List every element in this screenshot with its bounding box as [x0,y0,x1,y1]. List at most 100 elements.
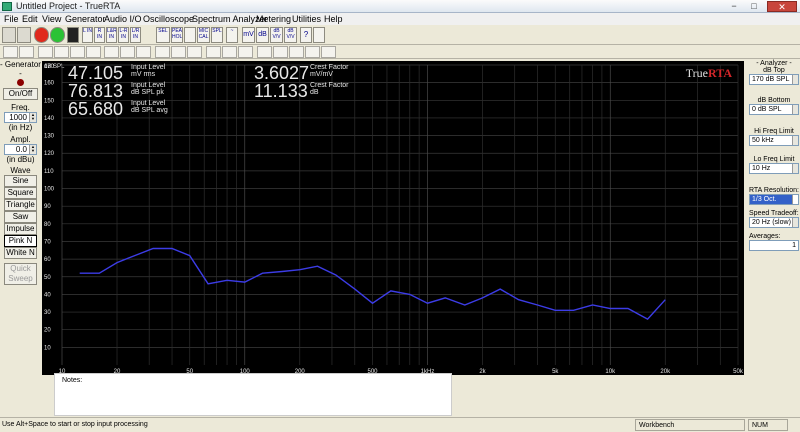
quick-sweep-button[interactable]: Quick Sweep [4,263,37,285]
readout-mv-rms: 47.105 [68,64,123,82]
notes-field[interactable] [54,373,452,416]
preset-icon-19[interactable] [305,46,320,58]
y-tick-label: 110 [44,169,54,175]
y-tick-label: 90 [44,204,51,210]
tone-button[interactable]: ~ [226,27,238,43]
hi-freq-spin[interactable] [792,136,798,145]
preset-icon-9[interactable] [136,46,151,58]
record-icon[interactable] [34,27,49,43]
wave-sine-button[interactable]: Sine [4,175,37,187]
preset-icon-6[interactable] [86,46,101,58]
bars-icon[interactable] [184,27,196,43]
run-icon[interactable] [50,27,65,43]
db-vv-button[interactable]: dB V/V [270,27,283,43]
wave-white-noise-button[interactable]: White N [4,247,37,259]
l-minus-r-in-button[interactable]: L-R IN [118,27,129,43]
preset-icon-1[interactable] [3,46,18,58]
app-icon [2,2,12,11]
lo-freq-spin[interactable] [792,164,798,173]
preset-icon-10[interactable] [155,46,170,58]
preset-icon-8[interactable] [120,46,135,58]
preset-icon-2[interactable] [19,46,34,58]
hi-freq-input[interactable]: 50 kHz [749,135,799,146]
y-tick-label: 70 [44,239,51,245]
ampl-spin-arrows[interactable]: ▲ ▼ [29,145,36,154]
window-title: Untitled Project - TrueRTA [16,1,121,11]
readout-crest-mv-labels: Crest Factor mV/mV [310,64,349,78]
left-in-button[interactable]: L IN [82,27,93,43]
readout-spl-avg-value: 65.680 [68,99,124,119]
preset-icon-3[interactable] [38,46,53,58]
wave-impulse-button[interactable]: Impulse [4,223,37,235]
preset-icon-20[interactable] [321,46,336,58]
preset-icon-11[interactable] [171,46,186,58]
db-top-spin[interactable] [792,75,798,84]
select-button[interactable]: SEL [156,27,170,43]
menu-audio-io[interactable]: Audio I/O [104,14,142,24]
spectrum-icon[interactable] [17,27,31,43]
mv-button[interactable]: mV [242,27,255,43]
db-button[interactable]: dB [256,27,269,43]
resolution-dropdown-arrow[interactable] [792,195,798,204]
close-button[interactable]: ✕ [767,1,797,12]
generator-panel: - Generator - On/Off Freq. 1000 ▲ ▼ (in Hz… [0,59,41,417]
readout-crest-mv: 3.6027 [254,64,309,82]
preset-icon-13[interactable] [206,46,221,58]
preset-toolbar [0,45,800,59]
menu-metering[interactable]: Metering [256,14,291,24]
preset-icon-15[interactable] [238,46,253,58]
wave-saw-button[interactable]: Saw [4,211,37,223]
preset-icon-17[interactable] [273,46,288,58]
generator-onoff-button[interactable]: On/Off [3,88,38,100]
freq-spin-arrows[interactable]: ▲ ▼ [29,113,36,122]
lo-freq-input[interactable]: 10 Hz [749,163,799,174]
minimize-button[interactable]: − [725,1,743,12]
menu-edit[interactable]: Edit [22,14,38,24]
freq-input[interactable]: 1000 ▲ ▼ [4,112,37,123]
menu-file[interactable]: File [4,14,19,24]
menu-utilities[interactable]: Utilities [292,14,321,24]
speed-value: 20 Hz (slow) [752,219,791,226]
l-over-r-in-button[interactable]: L/R IN [130,27,141,43]
preset-icon-16[interactable] [257,46,272,58]
speed-select[interactable]: 20 Hz (slow) [749,217,799,228]
mic-cal-button[interactable]: MIC CAL [197,27,210,43]
generator-led [17,79,24,86]
db-vv2-button[interactable]: dB V/V [284,27,297,43]
maximize-button[interactable]: □ [745,1,763,12]
readout-spl-avg: 65.680 [68,100,123,118]
spl-button[interactable]: SPL [211,27,223,43]
db-bottom-input[interactable]: 0 dB SPL [749,104,799,115]
preset-icon-18[interactable] [289,46,304,58]
menu-generator[interactable]: Generator [65,14,106,24]
db-bottom-spin[interactable] [792,105,798,114]
preset-icon-14[interactable] [222,46,237,58]
preset-icon-12[interactable] [187,46,202,58]
wave-pink-noise-button[interactable]: Pink N [4,235,37,247]
waveform-icon[interactable] [2,27,16,43]
wave-triangle-button[interactable]: Triangle [4,199,37,211]
preset-icon-4[interactable] [54,46,69,58]
preset-icon-5[interactable] [70,46,85,58]
ampl-input[interactable]: 0.0 ▲ ▼ [4,144,37,155]
hi-freq-section: Hi Freq Limit 50 kHz [749,128,799,146]
right-in-button[interactable]: R IN [94,27,105,43]
scope-icon[interactable] [67,27,79,43]
ampl-value: 0.0 [15,145,27,154]
readout-spl-avg-labels: Input Level dB SPL avg [131,100,168,114]
preset-icon-7[interactable] [104,46,119,58]
menu-help[interactable]: Help [324,14,343,24]
logo-part2: RTA [707,66,732,80]
lr-in-button[interactable]: L&R IN [106,27,117,43]
wave-square-button[interactable]: Square [4,187,37,199]
resolution-select[interactable]: 1/3 Oct. [749,194,799,205]
menu-oscilloscope[interactable]: Oscilloscope [143,14,194,24]
db-top-input[interactable]: 170 dB SPL [749,74,799,85]
speed-dropdown-arrow[interactable] [792,218,798,227]
lo-freq-section: Lo Freq Limit 10 Hz [749,156,799,174]
averages-input[interactable]: 1 [749,240,799,251]
help-icon[interactable]: ? [300,27,312,43]
menu-view[interactable]: View [42,14,61,24]
peak-hold-button[interactable]: PEAK HOLD [171,27,183,43]
context-help-icon[interactable] [313,27,325,43]
